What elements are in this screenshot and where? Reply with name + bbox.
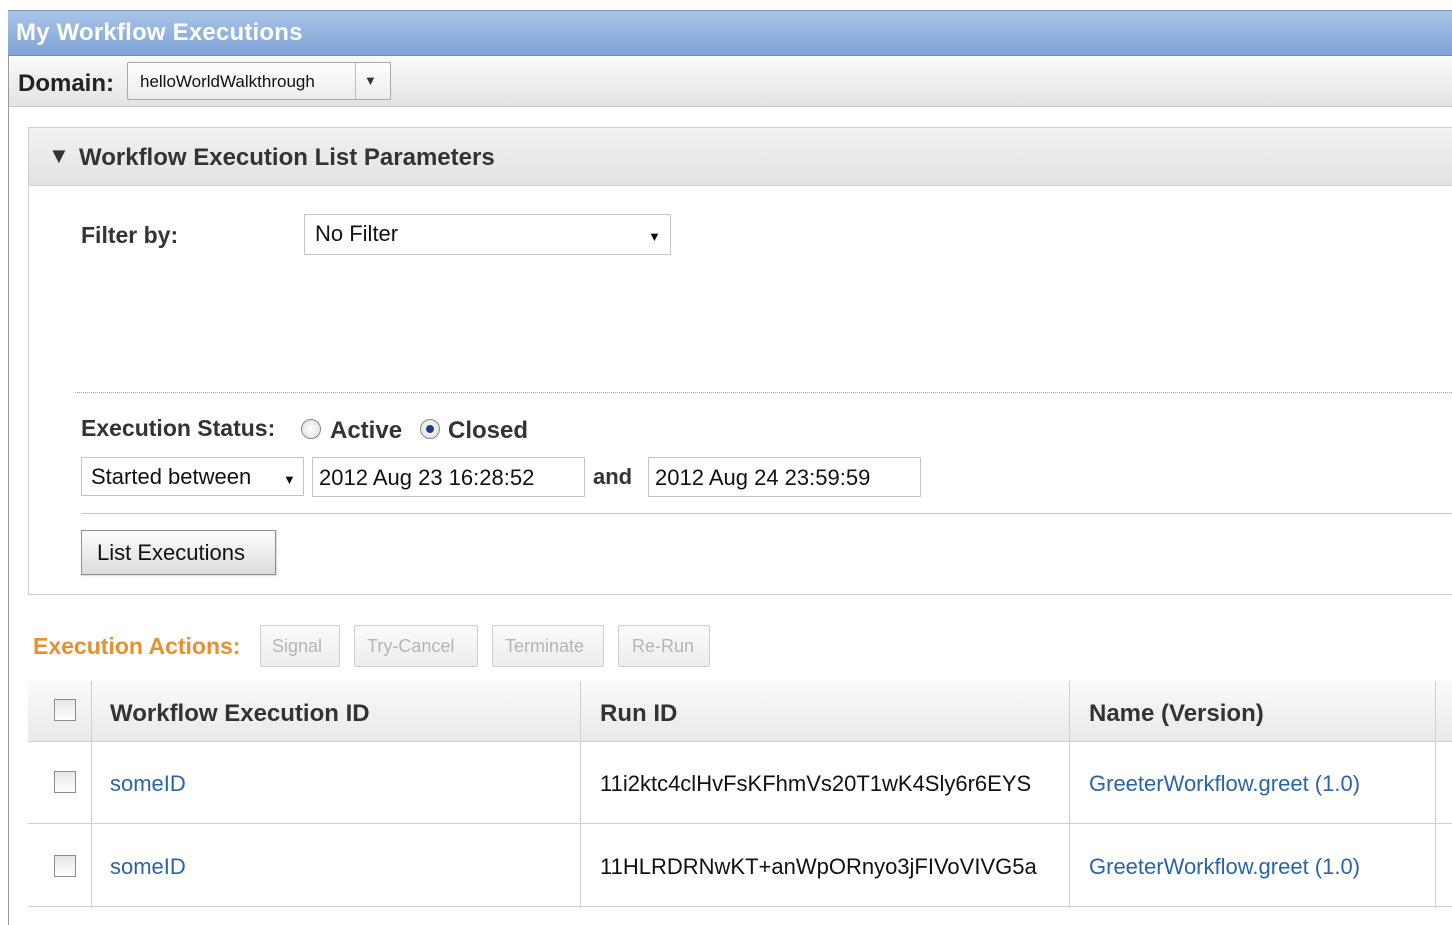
time-filter-value[interactable]: Started between bbox=[91, 464, 251, 490]
chevron-down-icon[interactable]: ▼ bbox=[364, 73, 377, 88]
select-all-checkbox[interactable] bbox=[54, 699, 76, 721]
column-header-workflow-execution-id[interactable]: Workflow Execution ID bbox=[110, 700, 370, 728]
column-header-name-version[interactable]: Name (Version) bbox=[1089, 700, 1264, 728]
row-divider bbox=[28, 823, 1452, 824]
chevron-down-icon[interactable]: ▼ bbox=[283, 472, 296, 487]
workflow-execution-id-link[interactable]: someID bbox=[110, 854, 186, 880]
column-header-run-id[interactable]: Run ID bbox=[600, 700, 677, 728]
column-divider bbox=[91, 681, 92, 908]
radio-closed-label[interactable]: Closed bbox=[448, 417, 528, 445]
run-id-cell: 11HLRDRNwKT+anWpORnyo3jFIVoVIVG5a bbox=[600, 854, 1037, 879]
workflow-name-link[interactable]: GreeterWorkflow.greet (1.0) bbox=[1089, 771, 1360, 797]
radio-active-label[interactable]: Active bbox=[330, 417, 402, 445]
workflow-execution-id-link[interactable]: someID bbox=[110, 771, 186, 797]
column-divider bbox=[1435, 681, 1436, 908]
domain-select-divider bbox=[355, 63, 356, 99]
row-checkbox[interactable] bbox=[54, 771, 76, 793]
domain-select-value[interactable]: helloWorldWalkthrough bbox=[140, 72, 315, 92]
workflow-name-link[interactable]: GreeterWorkflow.greet (1.0) bbox=[1089, 854, 1360, 880]
dotted-divider bbox=[75, 392, 1452, 393]
row-divider bbox=[28, 906, 1452, 907]
filter-by-label: Filter by: bbox=[81, 222, 179, 248]
re-run-button-label[interactable]: Re-Run bbox=[632, 636, 694, 657]
window-left-border bbox=[8, 10, 9, 925]
radio-active[interactable] bbox=[301, 419, 321, 439]
collapse-triangle-icon[interactable]: ▼ bbox=[48, 143, 70, 169]
try-cancel-button-label[interactable]: Try-Cancel bbox=[367, 636, 454, 657]
terminate-button-label[interactable]: Terminate bbox=[505, 636, 584, 657]
execution-actions-label: Execution Actions: bbox=[33, 633, 241, 659]
parameters-panel-title[interactable]: Workflow Execution List Parameters bbox=[79, 144, 495, 172]
divider bbox=[81, 513, 1452, 514]
column-divider bbox=[580, 681, 581, 908]
radio-closed[interactable] bbox=[420, 419, 440, 439]
column-divider bbox=[1069, 681, 1070, 908]
list-executions-button-label[interactable]: List Executions bbox=[97, 540, 245, 566]
row-checkbox[interactable] bbox=[54, 855, 76, 877]
start-time-value[interactable]: 2012 Aug 23 16:28:52 bbox=[319, 465, 534, 491]
execution-status-label: Execution Status: bbox=[81, 415, 276, 441]
signal-button-label[interactable]: Signal bbox=[272, 636, 322, 657]
parameters-panel bbox=[28, 127, 1452, 595]
end-time-value[interactable]: 2012 Aug 24 23:59:59 bbox=[655, 465, 870, 491]
filter-by-value[interactable]: No Filter bbox=[315, 221, 398, 247]
page-title: My Workflow Executions bbox=[16, 19, 303, 46]
domain-label: Domain: bbox=[18, 70, 114, 97]
and-label: and bbox=[593, 464, 633, 489]
chevron-down-icon[interactable]: ▼ bbox=[648, 229, 661, 244]
run-id-cell: 11i2ktc4clHvFsKFhmVs20T1wK4Sly6r6EYS bbox=[600, 771, 1032, 796]
